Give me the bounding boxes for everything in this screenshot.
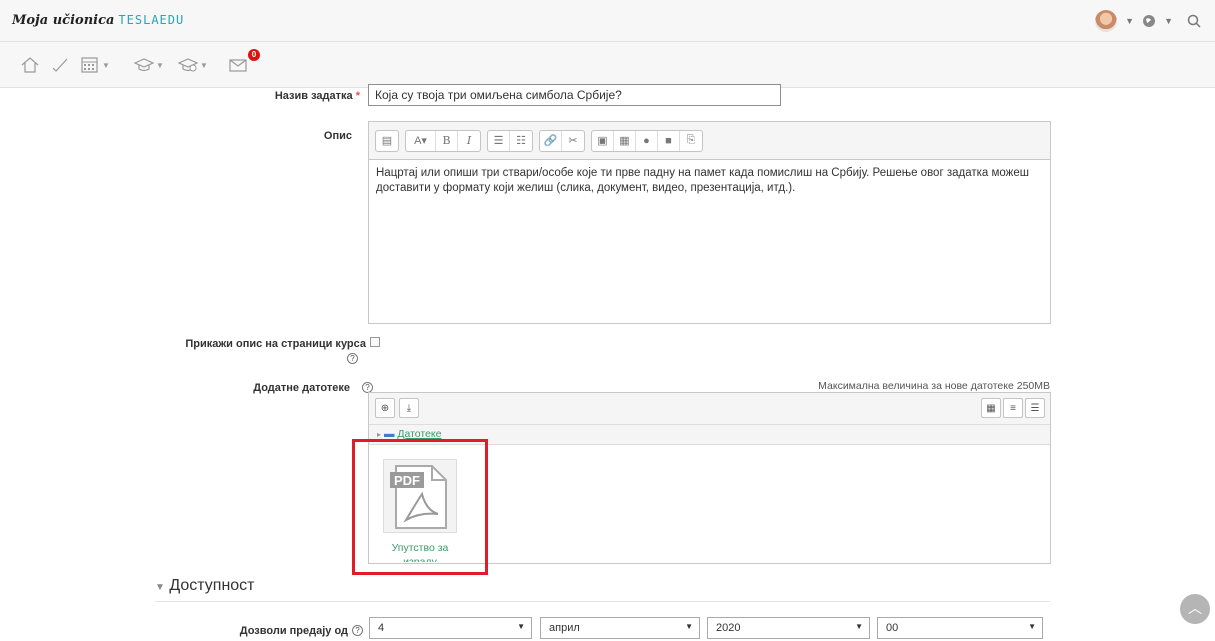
microphone-icon[interactable]: ● <box>636 130 658 151</box>
ordered-list-icon[interactable]: ☷ <box>510 131 532 151</box>
section-divider <box>155 601 1050 602</box>
top-navbar: Moja učionica TESLAEDU ▼ ▼ <box>0 0 1215 42</box>
toolbar-group-style: A▾ B I <box>405 129 481 152</box>
year-select-value: 2020 <box>716 622 741 634</box>
bold-icon[interactable]: B <box>436 130 458 151</box>
messages-icon[interactable] <box>228 54 248 76</box>
chevron-down-icon: ▼ <box>1028 622 1036 631</box>
help-icon[interactable]: ? <box>352 625 363 636</box>
chevron-up-icon: ︿ <box>1188 600 1202 616</box>
name-input[interactable]: Која су твоја три омиљена симбола Србије… <box>368 84 781 106</box>
show-description-checkbox[interactable] <box>370 337 380 347</box>
manage-files-icon[interactable]: ⎘ <box>680 131 702 151</box>
additional-files-label: Додатне датотеке <box>150 382 350 394</box>
name-label: Назив задатка * <box>150 90 360 102</box>
grid-view-icon[interactable]: ▦ <box>981 398 1001 418</box>
description-editor[interactable]: ▤ A▾ B I ☰ ☷ 🔗 ✂ ▣ ▦ ● ■ ⎘ Нацртај или о… <box>368 121 1051 324</box>
editor-content[interactable]: Нацртај или опиши три ствари/особе које … <box>369 160 1050 202</box>
user-nav: ▼ ▼ <box>1095 10 1201 32</box>
toolbar-group-media: ▣ ▦ ● ■ ⎘ <box>591 129 703 152</box>
editor-toolbar: ▤ A▾ B I ☰ ☷ 🔗 ✂ ▣ ▦ ● ■ ⎘ <box>369 122 1050 160</box>
avatar[interactable] <box>1095 10 1118 32</box>
chevron-right-icon: ▸ <box>377 430 382 439</box>
unlink-icon[interactable]: ✂ <box>562 131 584 151</box>
help-icon[interactable]: ? <box>347 353 358 364</box>
brand-title: Moja učionica <box>12 13 115 28</box>
image-icon[interactable]: ▣ <box>592 130 614 151</box>
day-select[interactable]: 4 ▼ <box>369 617 532 639</box>
month-select-value: април <box>549 622 580 634</box>
link-icon[interactable]: 🔗 <box>540 130 562 151</box>
allow-submissions-label: Дозволи предају од <box>239 625 348 637</box>
notification-badge: 0 <box>248 49 260 61</box>
unordered-list-icon[interactable]: ☰ <box>488 130 510 151</box>
toolbar-group-lists: ☰ ☷ <box>487 129 533 152</box>
show-description-label: Прикажи опис на страници курса <box>185 338 366 350</box>
calendar-icon[interactable]: ▼ <box>80 54 110 76</box>
chevron-down-icon: ▼ <box>855 622 863 631</box>
availability-section-header[interactable]: ▼ Доступност <box>155 577 255 595</box>
search-icon[interactable] <box>1187 14 1201 28</box>
quick-icon-bar: ▼ ▼ ▼ <box>0 42 1215 88</box>
chevron-down-icon: ▼ <box>155 582 165 593</box>
language-chevron-icon[interactable]: ▼ <box>1164 16 1173 26</box>
media-icon[interactable]: ▦ <box>614 130 636 151</box>
day-select-value: 4 <box>378 622 385 634</box>
file-manager-toolbar: ⊕ ⤓ ▦ ≡ ☰ <box>369 393 1050 425</box>
availability-section-title: Доступност <box>169 577 255 594</box>
required-icon: * <box>355 90 360 102</box>
chevron-down-icon: ▼ <box>517 622 525 631</box>
highlight-box <box>352 439 488 575</box>
paragraph-style-icon[interactable]: A▾ <box>406 130 436 151</box>
hour-select[interactable]: 00 ▼ <box>877 617 1043 639</box>
max-size-note: Максимална величина за нове датотеке 250… <box>818 380 1050 392</box>
video-icon[interactable]: ■ <box>658 130 680 151</box>
toolbar-group-collapse: ▤ <box>375 129 399 152</box>
scroll-to-top-button[interactable]: ︿ <box>1180 594 1210 624</box>
description-label: Опис <box>323 130 352 142</box>
home-icon[interactable] <box>20 54 40 76</box>
brand-subtitle: TESLAEDU <box>118 13 185 27</box>
list-view-icon[interactable]: ≡ <box>1003 398 1023 418</box>
name-label-text: Назив задатка <box>274 90 353 102</box>
additional-files-label-text: Додатне датотеке <box>253 382 350 394</box>
language-icon[interactable] <box>1142 14 1156 28</box>
site-logo[interactable]: Moja učionica TESLAEDU <box>12 12 184 28</box>
toolbar-group-links: 🔗 ✂ <box>539 129 585 152</box>
month-select[interactable]: април ▼ <box>540 617 700 639</box>
grades-icon[interactable]: ▼ <box>178 54 208 76</box>
hour-select-value: 00 <box>886 622 899 634</box>
toolbar-toggle-icon[interactable]: ▤ <box>376 131 398 151</box>
checkmark-icon[interactable] <box>50 54 70 76</box>
add-file-icon[interactable]: ⊕ <box>375 398 395 418</box>
chevron-down-icon: ▼ <box>685 622 693 631</box>
year-select[interactable]: 2020 ▼ <box>707 617 870 639</box>
courses-icon[interactable]: ▼ <box>134 54 164 76</box>
italic-icon[interactable]: I <box>458 131 480 151</box>
tree-view-icon[interactable]: ☰ <box>1025 398 1045 418</box>
user-menu-chevron-icon[interactable]: ▼ <box>1125 16 1134 26</box>
download-icon[interactable]: ⤓ <box>399 398 419 418</box>
